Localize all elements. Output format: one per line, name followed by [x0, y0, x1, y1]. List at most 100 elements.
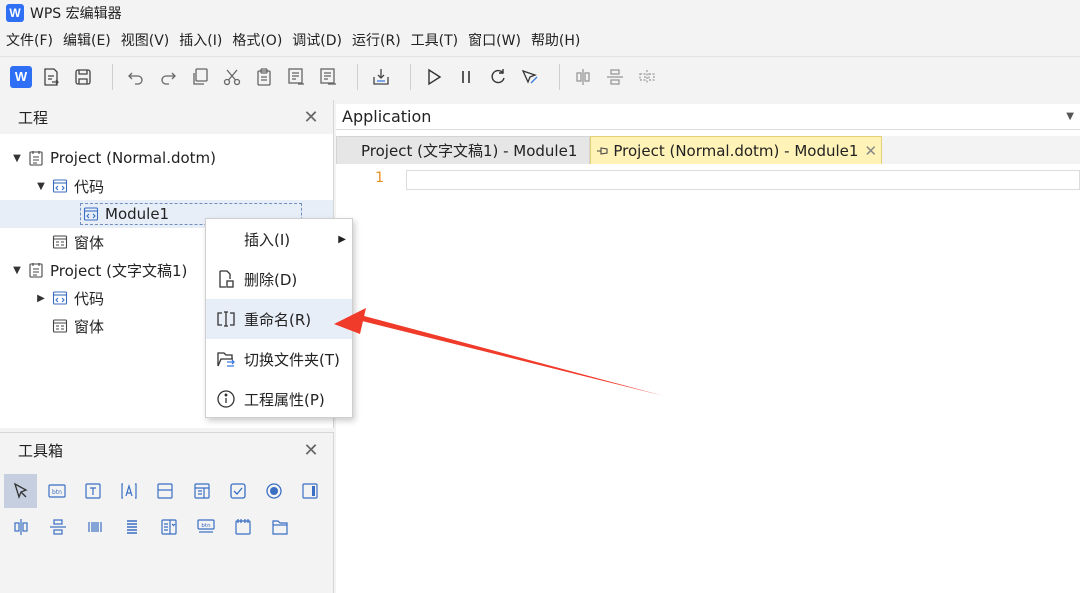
form-folder-icon — [52, 318, 68, 334]
tree-node-label: Project (Normal.dotm) — [50, 149, 217, 167]
align-vertical-button[interactable] — [602, 64, 628, 90]
tab-doc1-module1[interactable]: Project (文字文稿1) - Module1 — [336, 136, 591, 164]
tool-label[interactable] — [113, 474, 146, 508]
expand-arrow-icon[interactable]: ▼ — [10, 265, 24, 276]
tool-scrollbar[interactable] — [294, 474, 327, 508]
project-panel-title: 工程 — [18, 108, 49, 127]
indent-icon — [288, 67, 304, 85]
menu-insert[interactable]: 插入(I) — [179, 30, 222, 50]
tool-spin-horizontal[interactable] — [4, 510, 38, 544]
app-window: W WPS 宏编辑器 文件(F) 编辑(E) 视图(V) 插入(I) 格式(O)… — [0, 0, 1080, 593]
tree-node-label: Project (文字文稿1) — [50, 261, 188, 280]
toolbar-separator — [410, 63, 411, 90]
design-mode-button[interactable] — [517, 64, 543, 90]
toolbox-panel-header: 工具箱 ✕ — [0, 433, 333, 467]
tab-normal-module1[interactable]: Project (Normal.dotm) - Module1 ✕ — [590, 136, 883, 164]
tree-node-label: 代码 — [74, 289, 105, 308]
tool-textbox[interactable] — [76, 474, 109, 508]
spin-vertical-icon — [50, 519, 66, 535]
outdent-button[interactable] — [315, 64, 341, 90]
tool-listbox[interactable] — [185, 474, 218, 508]
distribute-icon — [639, 69, 655, 84]
run-icon — [428, 68, 442, 85]
save-icon — [75, 68, 91, 85]
tree-node-project-normal[interactable]: ▼ Project (Normal.dotm) — [0, 144, 333, 172]
distribute-button[interactable] — [634, 64, 660, 90]
wps-logo-button[interactable]: W — [10, 65, 32, 88]
export-button[interactable] — [38, 64, 64, 90]
menu-debug[interactable]: 调试(D) — [292, 30, 342, 50]
toolbar-separator — [112, 63, 113, 90]
radio-icon — [266, 483, 282, 499]
spin-horizontal-icon — [14, 519, 28, 535]
close-toolbox-panel-button[interactable]: ✕ — [303, 440, 319, 461]
menu-run[interactable]: 运行(R) — [352, 30, 401, 50]
copy-button[interactable] — [187, 64, 213, 90]
run-button[interactable] — [421, 64, 447, 90]
tool-checkbox[interactable] — [221, 474, 254, 508]
pin-icon[interactable] — [595, 143, 611, 159]
reset-button[interactable] — [485, 64, 511, 90]
align-horizontal-button[interactable] — [570, 64, 596, 90]
menu-format[interactable]: 格式(O) — [232, 30, 282, 50]
project-panel-header: 工程 ✕ — [0, 100, 333, 134]
tool-multipage[interactable] — [115, 510, 149, 544]
redo-button[interactable] — [155, 64, 181, 90]
context-menu-project-properties[interactable]: 工程属性(P) — [206, 379, 352, 419]
context-menu-delete[interactable]: 删除(D) — [206, 259, 352, 299]
close-project-panel-button[interactable]: ✕ — [303, 107, 319, 128]
object-dropdown[interactable]: Application ▼ — [336, 104, 1080, 130]
tool-folder[interactable] — [263, 510, 297, 544]
expand-arrow-icon[interactable]: ▼ — [34, 181, 48, 192]
indent-button[interactable] — [283, 64, 309, 90]
toolbox-row: btn — [4, 473, 330, 509]
pause-button[interactable] — [453, 64, 479, 90]
combobox-icon — [161, 519, 177, 535]
tree-node-label: 代码 — [74, 177, 105, 196]
code-line-1[interactable] — [406, 170, 1080, 190]
code-editor-area: Application ▼ Project (文字文稿1) - Module1 … — [336, 104, 1080, 593]
menu-window[interactable]: 窗口(W) — [468, 30, 521, 50]
textbox-icon — [85, 483, 101, 499]
paste-button[interactable] — [251, 64, 277, 90]
copy-icon — [193, 67, 208, 85]
info-icon — [216, 389, 236, 409]
undo-button[interactable] — [123, 64, 149, 90]
undo-icon — [128, 72, 143, 85]
project-icon — [28, 150, 44, 166]
listbox-icon — [194, 483, 210, 499]
svg-text:btn: btn — [52, 489, 62, 496]
submenu-arrow-icon: ▶ — [338, 233, 346, 245]
tool-spin-vertical[interactable] — [41, 510, 75, 544]
menu-file[interactable]: 文件(F) — [6, 30, 53, 50]
tool-pointer[interactable] — [4, 474, 38, 508]
tool-frame[interactable] — [149, 474, 182, 508]
context-menu-insert[interactable]: 插入(I) ▶ — [206, 219, 352, 259]
tree-node-code-folder[interactable]: ▼ 代码 — [0, 172, 333, 200]
toolbar-separator — [357, 63, 358, 90]
tool-image[interactable] — [226, 510, 260, 544]
tool-command-button[interactable]: btn — [40, 474, 73, 508]
menu-edit[interactable]: 编辑(E) — [63, 30, 111, 50]
tool-combobox[interactable] — [152, 510, 186, 544]
expand-arrow-icon[interactable]: ▼ — [10, 153, 24, 164]
menu-view[interactable]: 视图(V) — [121, 30, 170, 50]
context-menu-toggle-folder[interactable]: 切换文件夹(T) — [206, 339, 352, 379]
tool-tabstrip[interactable] — [78, 510, 112, 544]
tool-option-button[interactable] — [258, 474, 291, 508]
save-button[interactable] — [70, 64, 96, 90]
design-mode-icon — [521, 69, 538, 84]
menu-help[interactable]: 帮助(H) — [531, 30, 580, 50]
menu-tools[interactable]: 工具(T) — [411, 30, 458, 50]
tab-label: Project (Normal.dotm) - Module1 — [613, 141, 859, 160]
tree-node-label: Module1 — [105, 205, 170, 223]
context-menu-rename[interactable]: 重命名(R) — [206, 299, 352, 339]
tool-toggle-button[interactable]: btn — [189, 510, 223, 544]
import-button[interactable] — [368, 64, 394, 90]
collapse-arrow-icon[interactable]: ▶ — [34, 293, 48, 304]
cut-button[interactable] — [219, 64, 245, 90]
close-tab-button[interactable]: ✕ — [864, 142, 877, 160]
dropdown-arrow-icon[interactable]: ▼ — [1066, 111, 1074, 122]
align-vertical-icon — [607, 68, 623, 85]
reset-icon — [491, 68, 505, 83]
